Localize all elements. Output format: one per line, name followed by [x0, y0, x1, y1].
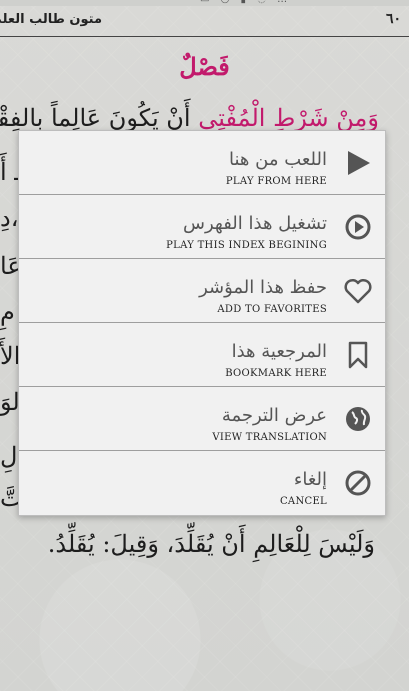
menu-item-label-en: CANCEL	[279, 496, 327, 507]
menu-item-label-ar: المرجعية هذا	[231, 341, 327, 362]
status-icons: ▭ ◔ ▮ ◌ …	[200, 0, 291, 6]
chapter-title: فَصْلٌ	[179, 52, 230, 81]
play-icon	[348, 151, 370, 175]
heart-icon	[344, 278, 372, 304]
status-bar: ▭ ◔ ▮ ◌ …	[0, 0, 409, 6]
highlighted-phrase: وَمِنْ شَرْطِ الْمُفْتِي	[198, 104, 379, 132]
play-circle-icon	[345, 214, 371, 240]
play-from-here-item[interactable]: اللعب من هنا PLAY FROM HERE	[19, 131, 385, 195]
bookmark-icon	[348, 341, 368, 369]
page-number: ٦٠	[385, 11, 401, 27]
globe-icon	[346, 407, 370, 431]
play-index-item[interactable]: تشغيل هذا الفهرس PLAY THIS INDEX BEGININ…	[19, 195, 385, 259]
cancel-item[interactable]: إلغاء CANCEL	[19, 451, 385, 515]
menu-item-label-en: PLAY FROM HERE	[225, 176, 327, 187]
menu-item-label-ar: عرض الترجمة	[221, 405, 327, 426]
context-menu: اللعب من هنا PLAY FROM HERE تشغيل هذا ال…	[18, 130, 386, 516]
menu-item-label-en: BOOKMARK HERE	[225, 368, 327, 379]
view-translation-item[interactable]: عرض الترجمة VIEW TRANSLATION	[19, 387, 385, 451]
menu-item-label-ar: حفظ هذا المؤشر	[199, 277, 327, 298]
line-text: أَنْ يَكُونَ عَالِماً بِالفِقْهِ	[0, 104, 191, 132]
bookmark-here-item[interactable]: المرجعية هذا BOOKMARK HERE	[19, 323, 385, 387]
text-line[interactable]: وَمِنْ شَرْطِ الْمُفْتِي أَنْ يَكُونَ عَ…	[0, 104, 379, 132]
menu-item-label-ar: اللعب من هنا	[229, 149, 327, 170]
page-header: ٦٠ متون طالب العلم	[0, 8, 409, 37]
book-title: متون طالب العلم	[0, 12, 102, 27]
menu-item-label-ar: إلغاء	[293, 469, 327, 490]
menu-item-label-ar: تشغيل هذا الفهرس	[183, 213, 327, 234]
text-line[interactable]: وَلَيْسَ لِلْعَالِمِ أَنْ يُقَلِّدَ، وَق…	[48, 530, 375, 558]
text-fragment: دِ،	[0, 204, 19, 232]
menu-item-label-en: VIEW TRANSLATION	[212, 432, 327, 443]
add-to-favorites-item[interactable]: حفظ هذا المؤشر ADD TO FAVORITES	[19, 259, 385, 323]
cancel-icon	[345, 470, 371, 496]
menu-item-label-en: PLAY THIS INDEX BEGINING	[166, 240, 327, 251]
menu-item-label-en: ADD TO FAVORITES	[217, 304, 327, 315]
text-fragment: لِ	[0, 442, 18, 470]
